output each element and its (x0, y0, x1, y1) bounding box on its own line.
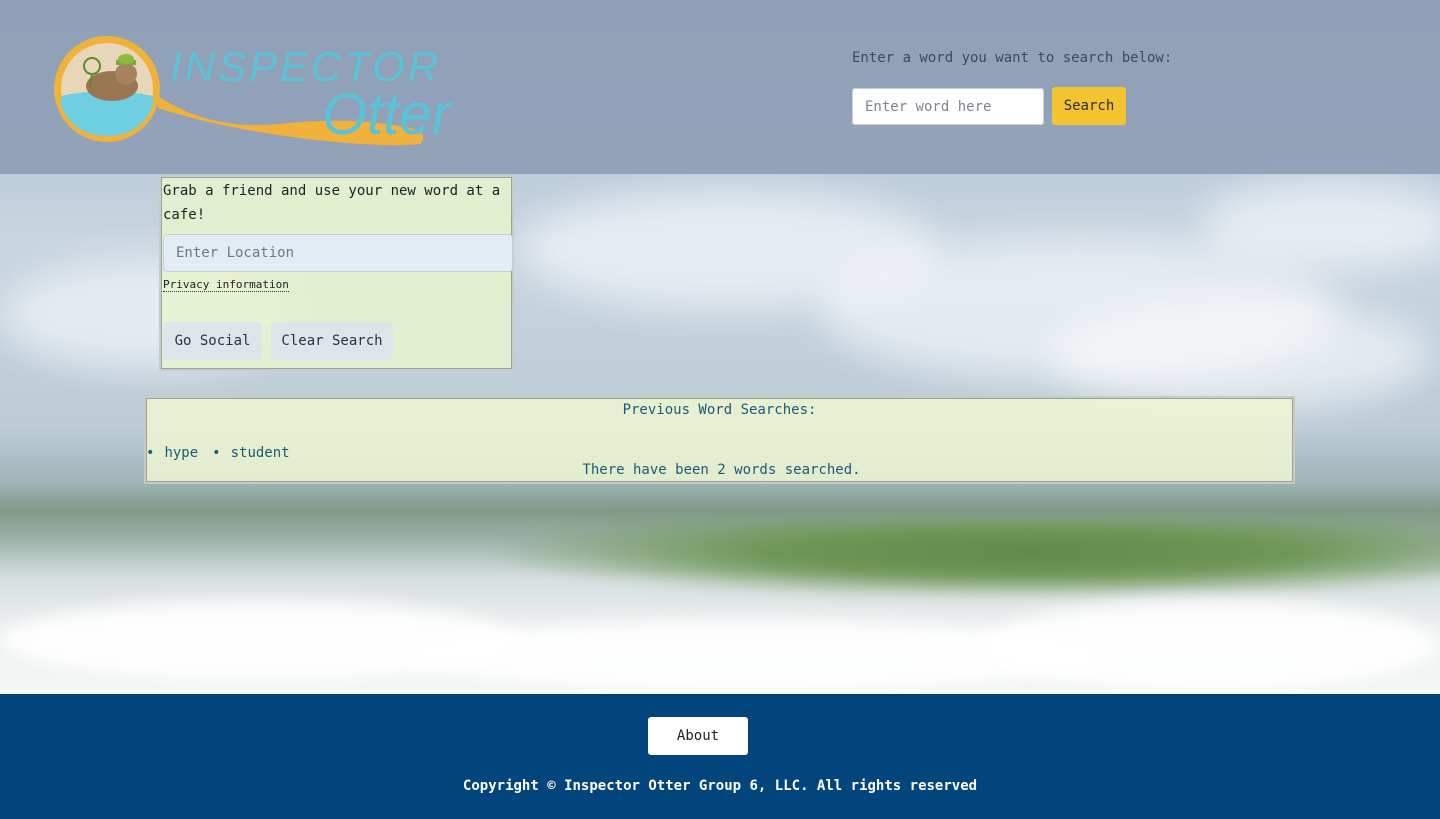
copyright-text: Copyright © Inspector Otter Group 6, LLC… (462, 778, 978, 794)
word-history-panel: Previous Word Searches: hype student The… (144, 396, 1295, 484)
location-input[interactable] (163, 234, 513, 272)
site-footer: About Copyright © Inspector Otter Group … (0, 694, 1440, 819)
word-search-input[interactable] (852, 88, 1044, 125)
site-header: INSPECTOR Otter Enter a word you want to… (0, 0, 1440, 174)
clear-search-button[interactable]: Clear Search (271, 322, 393, 360)
social-panel: Grab a friend and use your new word at a… (159, 175, 514, 371)
go-social-button[interactable]: Go Social (163, 322, 262, 360)
history-item: student (212, 445, 290, 461)
search-button[interactable]: Search (1052, 87, 1126, 125)
history-list: hype student (146, 445, 304, 461)
search-prompt: Enter a word you want to search below: (852, 50, 1173, 66)
about-button[interactable]: About (648, 717, 748, 755)
logo-text-otter: Otter (322, 82, 454, 147)
social-prompt-text: Grab a friend and use your new word at a… (163, 183, 501, 223)
inspector-otter-logo[interactable]: INSPECTOR Otter (50, 36, 480, 156)
history-title: Previous Word Searches: (622, 402, 817, 418)
privacy-information-link[interactable]: Privacy information (163, 278, 289, 292)
history-item: hype (146, 445, 198, 461)
history-count-text: There have been 2 words searched. (582, 462, 861, 478)
